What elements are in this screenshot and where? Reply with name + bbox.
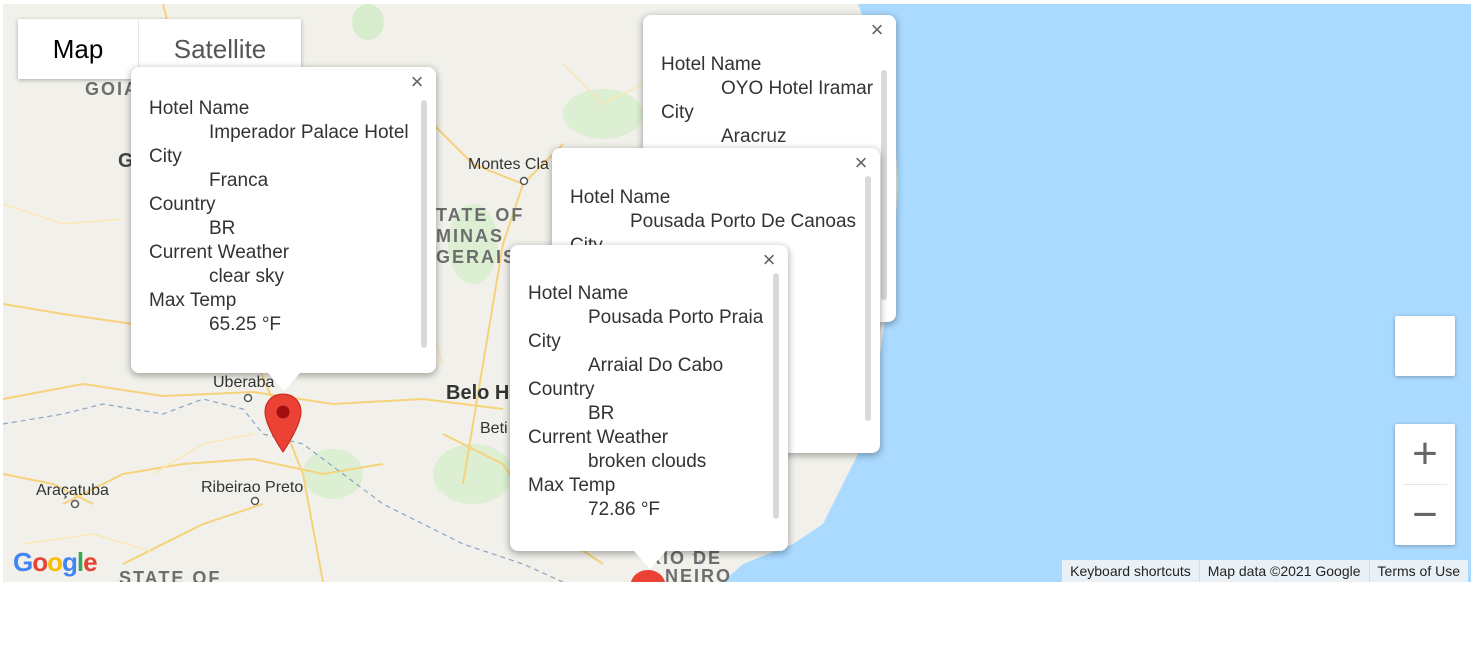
attribution-bar: Keyboard shortcuts Map data ©2021 Google… [1062,560,1468,582]
logo-letter: G [13,547,33,577]
hotel-name-label: Hotel Name [661,54,762,75]
map-marker-franca[interactable] [263,392,303,454]
map[interactable]: GOIA G Montes Cla TATE OF MINAS GERAIS U… [3,4,1471,582]
country-value: BR [209,218,236,239]
close-icon[interactable]: × [848,150,874,176]
close-icon[interactable]: × [756,247,782,273]
scrollbar[interactable] [421,100,427,348]
hotel-name: Imperador Palace Hotel [209,122,409,143]
weather-label: Current Weather [528,427,669,448]
info-window-pousada-porto-praia: × Hotel Name Pousada Porto Praia City Ar… [510,245,788,569]
weather-label: Current Weather [149,242,290,263]
map-button[interactable]: Map [18,19,138,79]
info-window-tail [268,373,300,391]
map-marker-arraial-do-cabo[interactable] [628,568,668,582]
country-label: Country [149,194,216,215]
hotel-name: Pousada Porto De Canoas [630,211,857,232]
hotel-name-label: Hotel Name [570,187,671,208]
logo-letter: e [83,547,98,577]
zoom-control: + − [1395,424,1455,545]
city-value: Aracruz [721,126,787,147]
logo-letter: g [62,547,78,577]
close-icon[interactable]: × [404,69,430,95]
country-value: BR [588,403,615,424]
temp-label: Max Temp [528,475,616,496]
keyboard-shortcuts-link[interactable]: Keyboard shortcuts [1062,560,1199,582]
hotel-name-label: Hotel Name [528,283,629,304]
close-icon[interactable]: × [864,17,890,43]
city-label: City [149,146,182,167]
info-window-imperador-palace-hotel: × Hotel Name Imperador Palace Hotel City… [131,67,436,391]
pegman-control[interactable] [1395,316,1455,376]
city-value: Franca [209,170,269,191]
terms-link[interactable]: Terms of Use [1368,560,1468,582]
temp-value: 65.25 °F [209,314,282,335]
google-logo[interactable]: Google [13,547,98,578]
logo-letter: o [47,547,63,577]
city-value: Arraial Do Cabo [588,355,724,376]
country-label: Country [528,379,595,400]
scrollbar[interactable] [773,273,779,519]
hotel-name: OYO Hotel Iramar [721,78,874,99]
hotel-name-label: Hotel Name [149,98,250,119]
scrollbar[interactable] [881,70,887,300]
city-label: City [528,331,561,352]
weather-value: clear sky [209,266,284,287]
hotel-name: Pousada Porto Praia [588,307,764,328]
zoom-out-button[interactable]: − [1395,485,1455,545]
city-label: City [661,102,694,123]
weather-value: broken clouds [588,451,707,472]
zoom-in-button[interactable]: + [1395,424,1455,484]
logo-letter: o [32,547,48,577]
map-data-text: Map data ©2021 Google [1198,560,1369,582]
temp-value: 72.86 °F [588,499,661,520]
scrollbar[interactable] [865,176,871,421]
info-window-tail [634,551,666,569]
temp-label: Max Temp [149,290,237,311]
